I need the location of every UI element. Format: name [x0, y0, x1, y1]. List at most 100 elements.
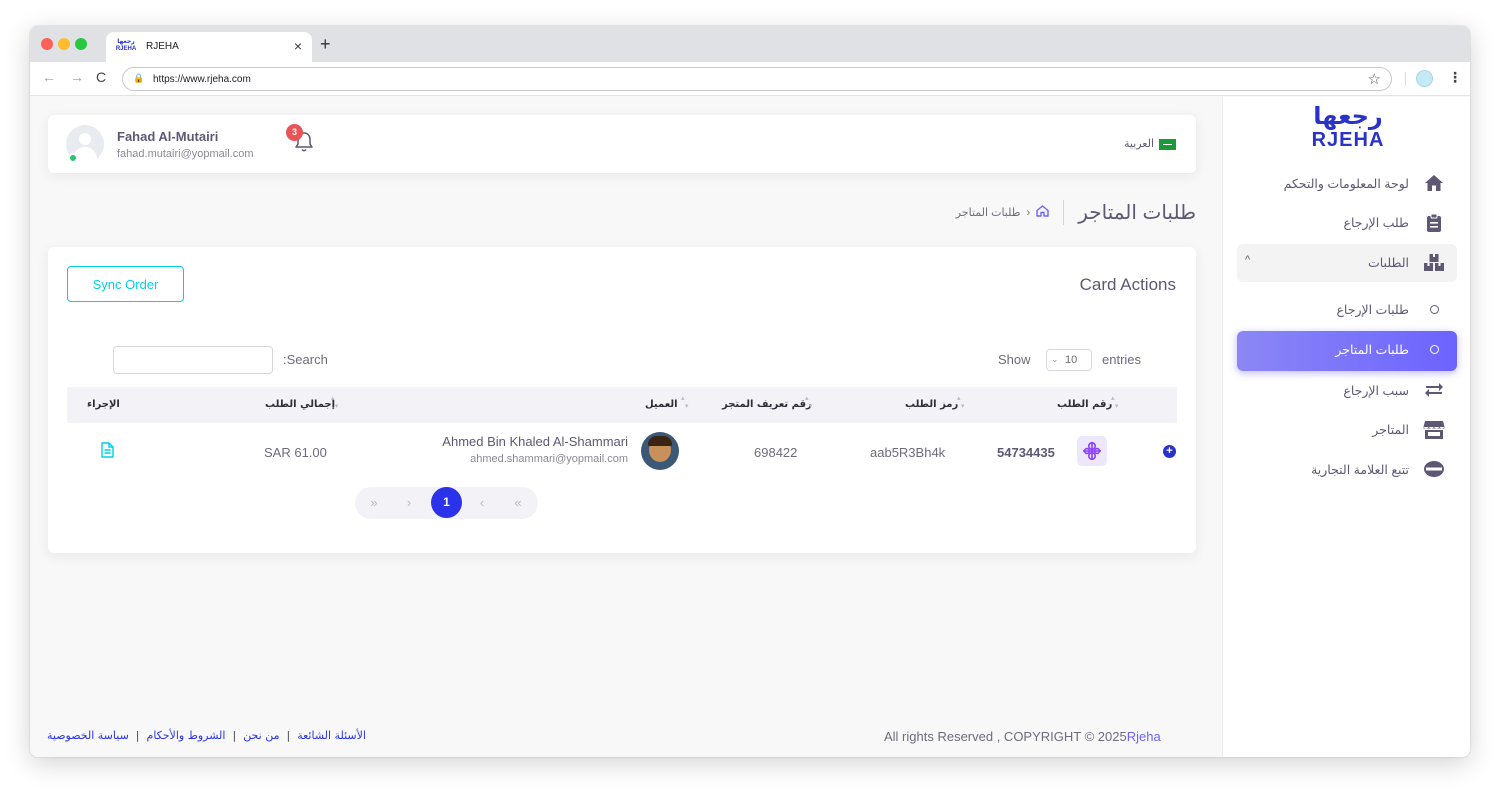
back-arrow-icon[interactable]: ← — [42, 69, 56, 85]
brand-logo-english: RJEHA — [1311, 129, 1385, 151]
customer-email: ahmed.shammari@yopmail.com — [470, 453, 628, 465]
bookmark-star-icon[interactable]: ☆ — [1368, 70, 1381, 88]
pagination-first-button[interactable]: « — [504, 487, 532, 519]
top-navbar: Fahad Al-Mutairi fahad.mutairi@yopmail.c… — [48, 115, 1196, 173]
toolbar-divider — [1405, 72, 1406, 86]
user-email: fahad.mutairi@yopmail.com — [117, 148, 254, 160]
footer-link-privacy[interactable]: سياسة الخصوصية — [47, 729, 129, 742]
sidebar-item-label: طلبات الإرجاع — [1336, 303, 1409, 317]
circle-icon — [1423, 300, 1445, 320]
sidebar-item-label: لوحة المعلومات والتحكم — [1283, 177, 1409, 191]
browser-window: رجعها RJEHA RJEHA × + ← → C 🔒 https://ww… — [30, 26, 1470, 757]
entries-per-page-select[interactable]: ⌄ 10 — [1046, 349, 1092, 371]
search-label: :Search — [283, 352, 328, 367]
close-tab-icon[interactable]: × — [294, 38, 302, 54]
tab-title: RJEHA — [146, 41, 179, 52]
copyright-text: All rights Reserved , COPYRIGHT © 2025 — [884, 729, 1127, 744]
chevron-up-icon[interactable]: ^ — [1245, 254, 1250, 266]
notification-badge: 3 — [286, 124, 303, 141]
boxes-icon — [1423, 253, 1445, 273]
address-bar[interactable]: 🔒 https://www.rjeha.com ☆ — [122, 67, 1392, 91]
sidebar-item-label: طلب الإرجاع — [1343, 216, 1409, 230]
search-input[interactable] — [113, 346, 273, 374]
clipboard-icon — [1423, 213, 1445, 233]
home-icon — [1423, 174, 1445, 194]
browser-tab[interactable]: رجعها RJEHA RJEHA × — [106, 32, 312, 62]
breadcrumb-separator: ‹ — [1026, 206, 1031, 219]
sidebar-item-store-orders[interactable]: طلبات المتاجر — [1237, 331, 1457, 371]
order-number: 54734435 — [997, 445, 1055, 460]
customer-name: Ahmed Bin Khaled Al-Shammari — [442, 434, 628, 449]
sidebar-item-label: سبب الإرجاع — [1343, 384, 1409, 398]
footer-link-about[interactable]: من نحن — [243, 729, 279, 742]
column-header-total[interactable]: إجمالي الطلب — [265, 399, 335, 410]
circle-icon — [1423, 340, 1445, 360]
exchange-icon — [1423, 381, 1445, 401]
pagination: » › 1 ‹ « — [355, 487, 538, 519]
sidebar-item-orders[interactable]: الطلبات ^ — [1237, 244, 1457, 282]
saudi-flag-icon — [1159, 138, 1176, 150]
forward-arrow-icon[interactable]: → — [70, 69, 84, 85]
sidebar-item-label: تتبع العلامة التجارية — [1311, 463, 1409, 477]
column-header-store-id[interactable]: رقم تعريف المتجر — [722, 399, 812, 410]
pagination-prev-button[interactable]: ‹ — [468, 487, 496, 519]
footer-link-terms[interactable]: الشروط والأحكام — [147, 729, 226, 742]
column-header-customer[interactable]: العميل — [645, 399, 678, 410]
language-label: العربية — [1123, 138, 1154, 150]
profile-avatar-icon[interactable] — [1416, 70, 1433, 87]
url-text[interactable]: https://www.rjeha.com — [153, 74, 251, 85]
sidebar: رجعها RJEHA لوحة المعلومات والتحكم طلب ا… — [1222, 97, 1470, 757]
sidebar-item-brand-tracking[interactable]: تتبع العلامة التجارية — [1237, 451, 1457, 489]
footer-separator: | — [232, 729, 237, 742]
sort-icon[interactable]: ▴ ▾ — [331, 395, 338, 411]
footer-brand-link[interactable]: Rjeha — [1127, 729, 1161, 744]
breadcrumb: طلبات المتاجر ‹ طلبات المتاجر — [956, 200, 1196, 225]
language-switcher[interactable]: العربية — [1124, 137, 1176, 150]
maximize-window-button[interactable] — [75, 38, 87, 50]
sort-icon[interactable]: ▴ ▾ — [805, 395, 812, 411]
sync-order-button[interactable]: Sync Order — [67, 266, 184, 302]
column-header-order-code[interactable]: رمز الطلب — [905, 399, 958, 410]
pagination-page-1[interactable]: 1 — [431, 487, 462, 518]
online-status-dot — [68, 153, 78, 163]
sidebar-item-return-reason[interactable]: سبب الإرجاع — [1237, 372, 1457, 410]
show-label: Show — [998, 352, 1031, 367]
sort-icon[interactable]: ▴ ▾ — [681, 395, 688, 411]
tracking-icon — [1423, 460, 1445, 480]
sidebar-item-return-orders[interactable]: طلبات الإرجاع — [1237, 291, 1457, 329]
sort-icon[interactable]: ▴ ▾ — [1111, 395, 1118, 411]
sort-icon[interactable]: ▴ ▾ — [957, 395, 964, 411]
new-tab-button[interactable]: + — [320, 34, 331, 55]
footer-separator: | — [135, 729, 140, 742]
order-total: SAR 61.00 — [264, 445, 327, 460]
browser-menu-icon[interactable]: ⋮ — [1448, 69, 1462, 86]
avatar-head — [79, 133, 91, 145]
brand-logo[interactable]: رجعها RJEHA — [1308, 103, 1388, 151]
footer-copyright: All rights Reserved , COPYRIGHT © 2025Rj… — [884, 729, 1161, 744]
user-name: Fahad Al-Mutairi — [117, 129, 219, 144]
footer-link-faq[interactable]: الأسئلة الشائعة — [297, 729, 366, 742]
sidebar-item-return-request[interactable]: طلب الإرجاع — [1237, 204, 1457, 242]
expand-row-icon[interactable]: + — [1163, 445, 1176, 458]
sidebar-item-stores[interactable]: المتاجر — [1237, 411, 1457, 449]
sidebar-item-dashboard[interactable]: لوحة المعلومات والتحكم — [1237, 165, 1457, 203]
column-header-action: الإجراء — [87, 399, 120, 410]
pagination-last-button[interactable]: » — [360, 487, 388, 519]
close-window-button[interactable] — [41, 38, 53, 50]
chevron-down-icon: ⌄ — [1051, 354, 1059, 364]
reload-icon[interactable]: C — [96, 69, 106, 85]
footer-separator: | — [286, 729, 291, 742]
page-content: رجعها RJEHA لوحة المعلومات والتحكم طلب ا… — [30, 97, 1470, 757]
orders-card: Sync Order Card Actions :Search Show ⌄ 1… — [48, 247, 1196, 553]
pagination-next-button[interactable]: › — [395, 487, 423, 519]
table-header: رقم الطلب ▴ ▾ رمز الطلب ▴ ▾ رقم تعريف ال… — [67, 387, 1177, 423]
lock-icon: 🔒 — [133, 73, 145, 83]
sidebar-item-label: الطلبات — [1367, 256, 1409, 270]
customer-avatar — [641, 432, 679, 470]
browser-toolbar: ← → C 🔒 https://www.rjeha.com ☆ ⋮ — [30, 62, 1470, 96]
document-icon[interactable] — [100, 442, 114, 458]
home-breadcrumb-icon[interactable] — [1036, 205, 1049, 220]
entries-value: 10 — [1065, 354, 1078, 366]
column-header-order-number[interactable]: رقم الطلب — [1057, 399, 1112, 410]
minimize-window-button[interactable] — [58, 38, 70, 50]
